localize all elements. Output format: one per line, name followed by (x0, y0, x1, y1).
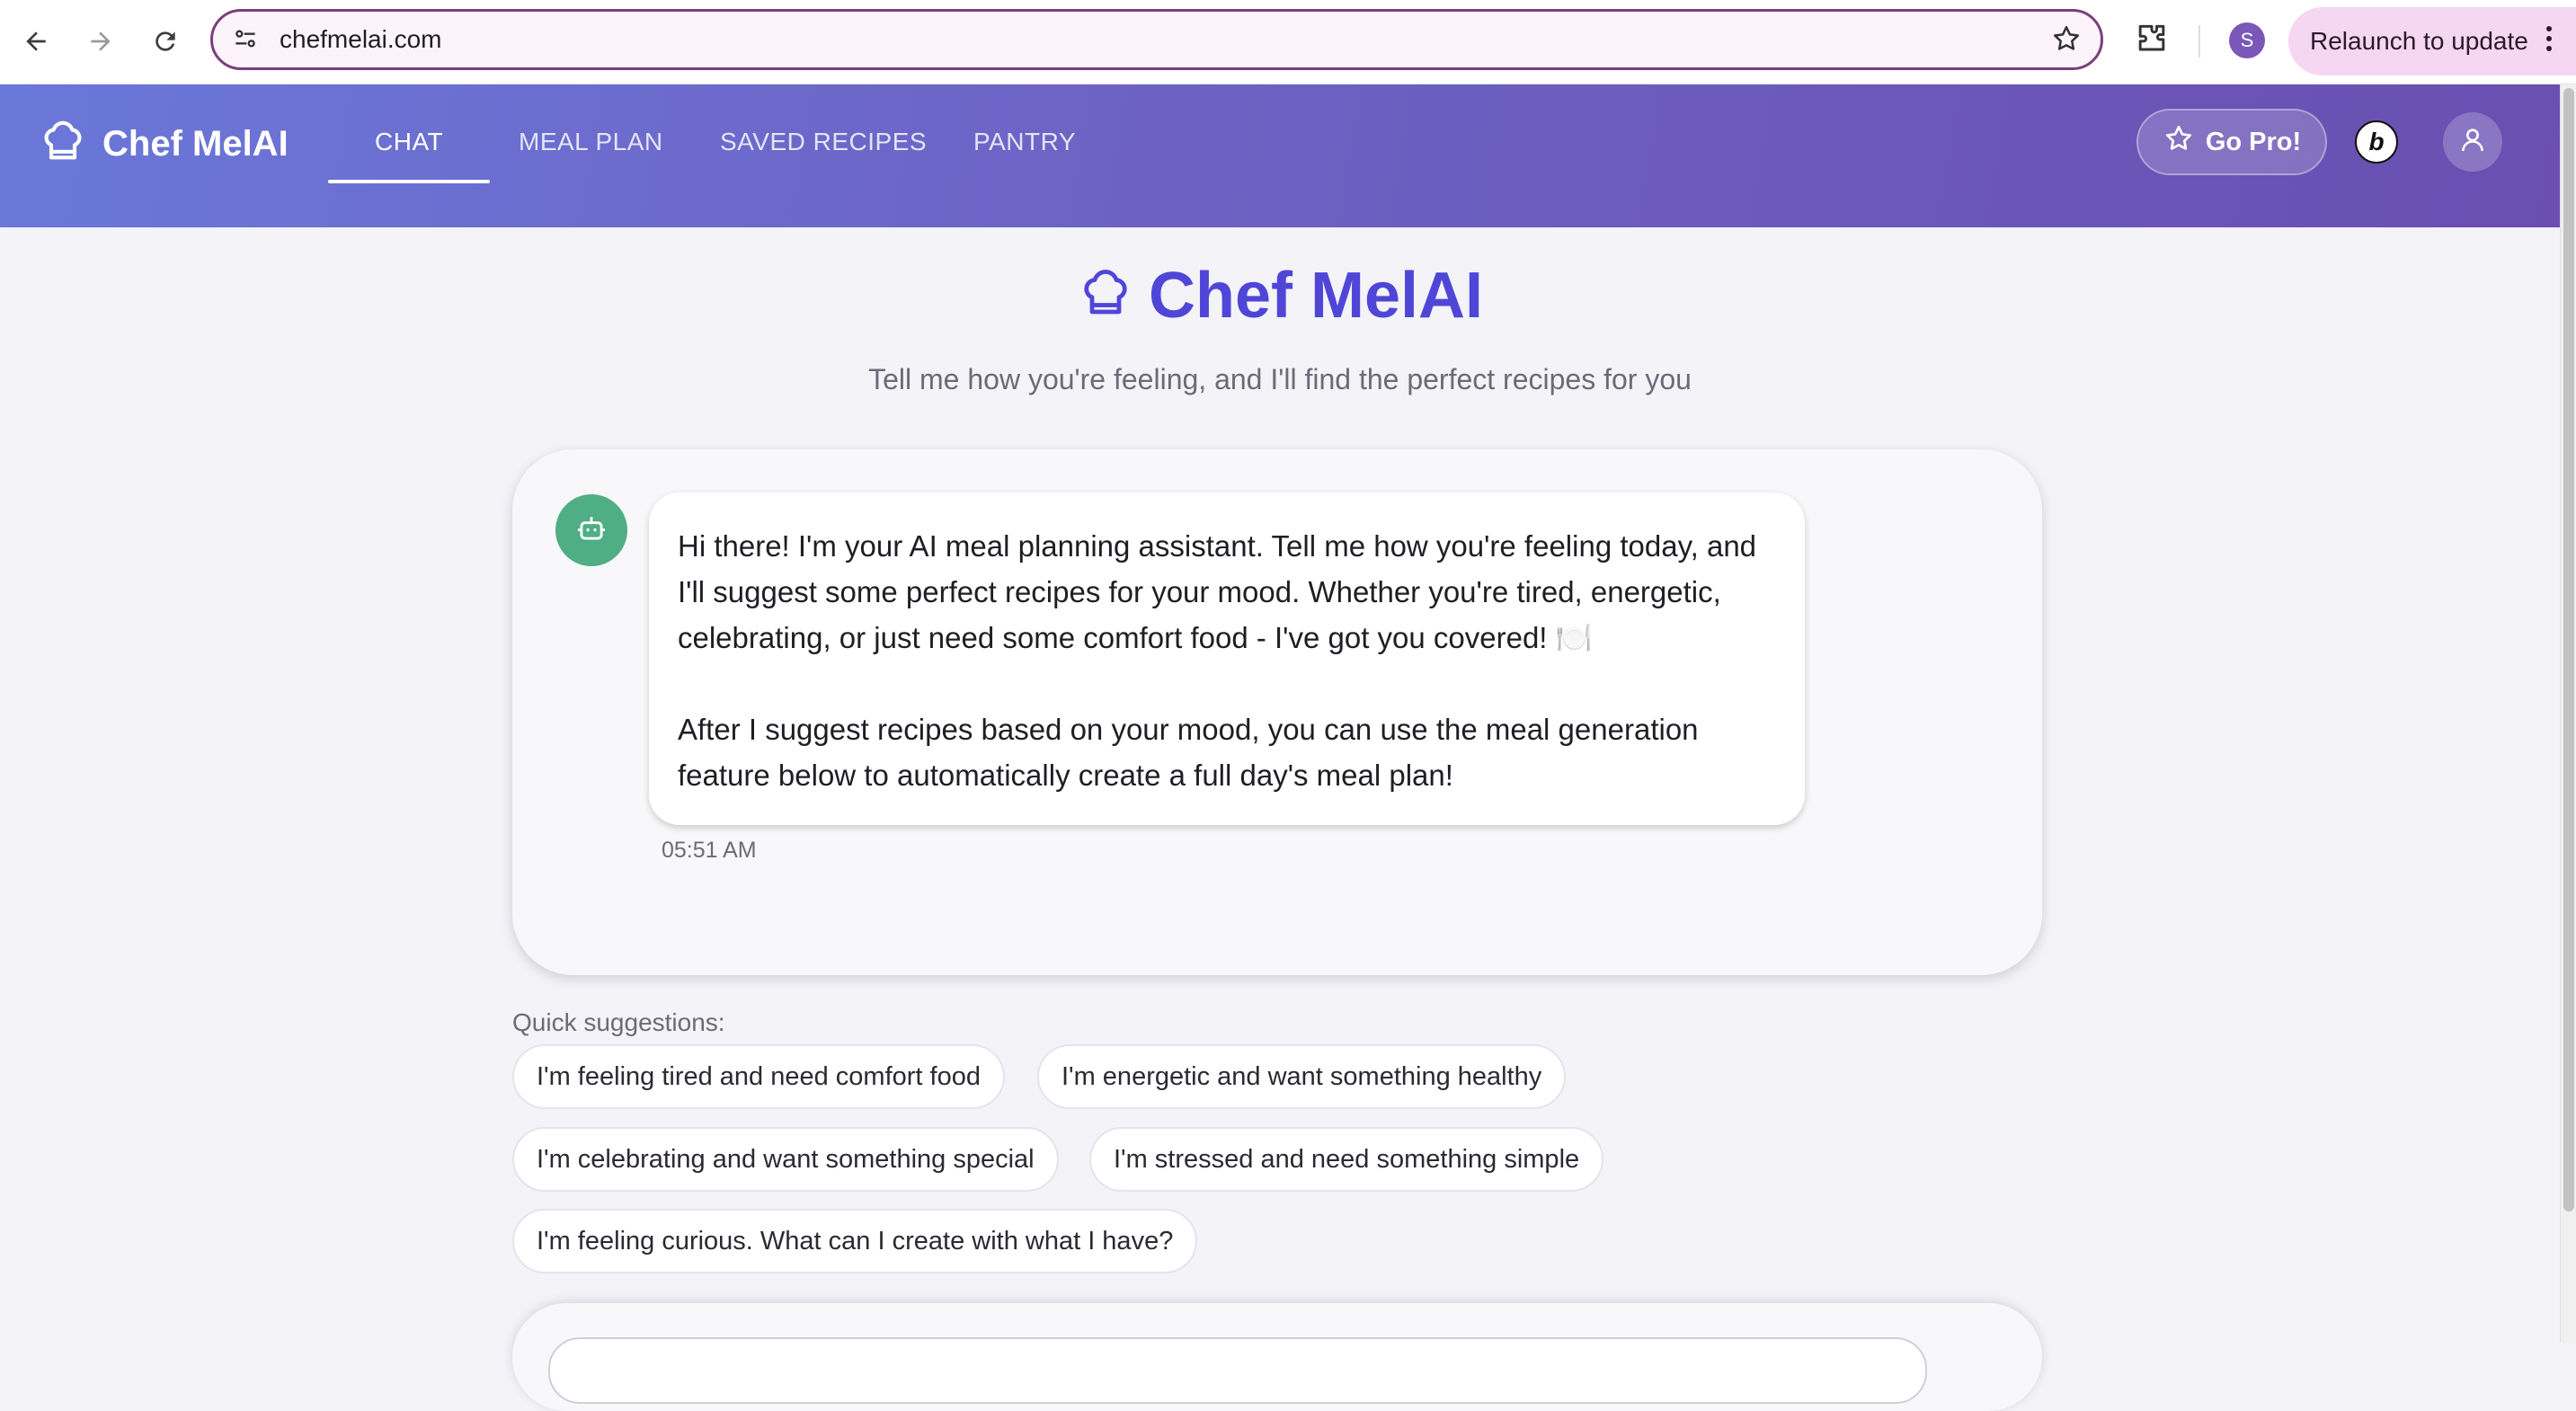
chef-hat-icon (40, 119, 86, 170)
more-vert-icon (2545, 24, 2554, 59)
chef-hat-icon (1079, 267, 1133, 325)
suggestion-chip[interactable]: I'm feeling tired and need comfort food (512, 1044, 1005, 1109)
page-title: Chef MelAI (1079, 259, 1483, 333)
page-subtitle: Tell me how you're feeling, and I'll fin… (868, 363, 1692, 395)
tab-pantry[interactable]: PANTRY (973, 128, 1076, 156)
go-pro-button[interactable]: Go Pro! (2136, 109, 2327, 175)
relaunch-button[interactable]: Relaunch to update (2288, 7, 2576, 75)
page-title-text: Chef MelAI (1149, 260, 1484, 332)
active-tab-indicator (328, 180, 490, 183)
scrollbar-thumb[interactable] (2563, 88, 2574, 1211)
suggestion-chip[interactable]: I'm feeling curious. What can I create w… (512, 1209, 1198, 1273)
tab-chat[interactable]: CHAT (375, 128, 443, 156)
forward-icon (91, 31, 111, 51)
profile-avatar[interactable]: S (2229, 22, 2265, 58)
forward-button[interactable] (79, 20, 122, 63)
toolbar-divider (2198, 25, 2200, 58)
message-composer (512, 1303, 2042, 1411)
b-logo-button[interactable]: b (2355, 120, 2398, 164)
suggestion-chip[interactable]: I'm energetic and want something healthy (1037, 1044, 1567, 1109)
assistant-message: Hi there! I'm your AI meal planning assi… (649, 493, 1805, 825)
tab-meal-plan[interactable]: MEAL PLAN (519, 128, 663, 156)
relaunch-label: Relaunch to update (2310, 27, 2528, 55)
message-paragraph: Hi there! I'm your AI meal planning assi… (678, 529, 1757, 654)
back-icon (26, 31, 46, 51)
address-bar[interactable]: chefmelai.com (210, 9, 2103, 70)
message-timestamp: 05:51 AM (662, 838, 757, 863)
user-icon (2457, 125, 2488, 160)
back-button[interactable] (14, 20, 58, 63)
page-scrollbar[interactable] (2560, 84, 2576, 1343)
star-icon (2163, 122, 2195, 162)
quick-suggestions-label: Quick suggestions: (512, 1008, 725, 1036)
url-text[interactable]: chefmelai.com (280, 25, 442, 54)
go-pro-label: Go Pro! (2205, 127, 2302, 156)
app-header: Chef MelAI CHAT MEAL PLAN SAVED RECIPES … (0, 84, 2560, 227)
site-info-icon[interactable] (231, 24, 260, 58)
reload-button[interactable] (144, 20, 187, 63)
reload-icon (155, 31, 175, 51)
brand-name: Chef MelAI (102, 124, 289, 164)
bookmark-star-icon[interactable] (2050, 22, 2083, 59)
suggestion-chip[interactable]: I'm stressed and need something simple (1089, 1127, 1604, 1192)
message-input[interactable] (548, 1337, 1927, 1404)
message-paragraph: After I suggest recipes based on your mo… (678, 713, 1699, 792)
robot-icon (574, 511, 608, 550)
bot-avatar (555, 494, 627, 566)
browser-toolbar: chefmelai.com S Relaunch to update (0, 0, 2576, 84)
extensions-icon[interactable] (2132, 20, 2172, 64)
suggestion-chip[interactable]: I'm celebrating and want something speci… (512, 1127, 1059, 1192)
brand-link[interactable]: Chef MelAI (40, 119, 289, 170)
chat-window: Hi there! I'm your AI meal planning assi… (512, 449, 2042, 975)
tab-saved-recipes[interactable]: SAVED RECIPES (720, 128, 927, 156)
user-account-button[interactable] (2443, 112, 2502, 172)
